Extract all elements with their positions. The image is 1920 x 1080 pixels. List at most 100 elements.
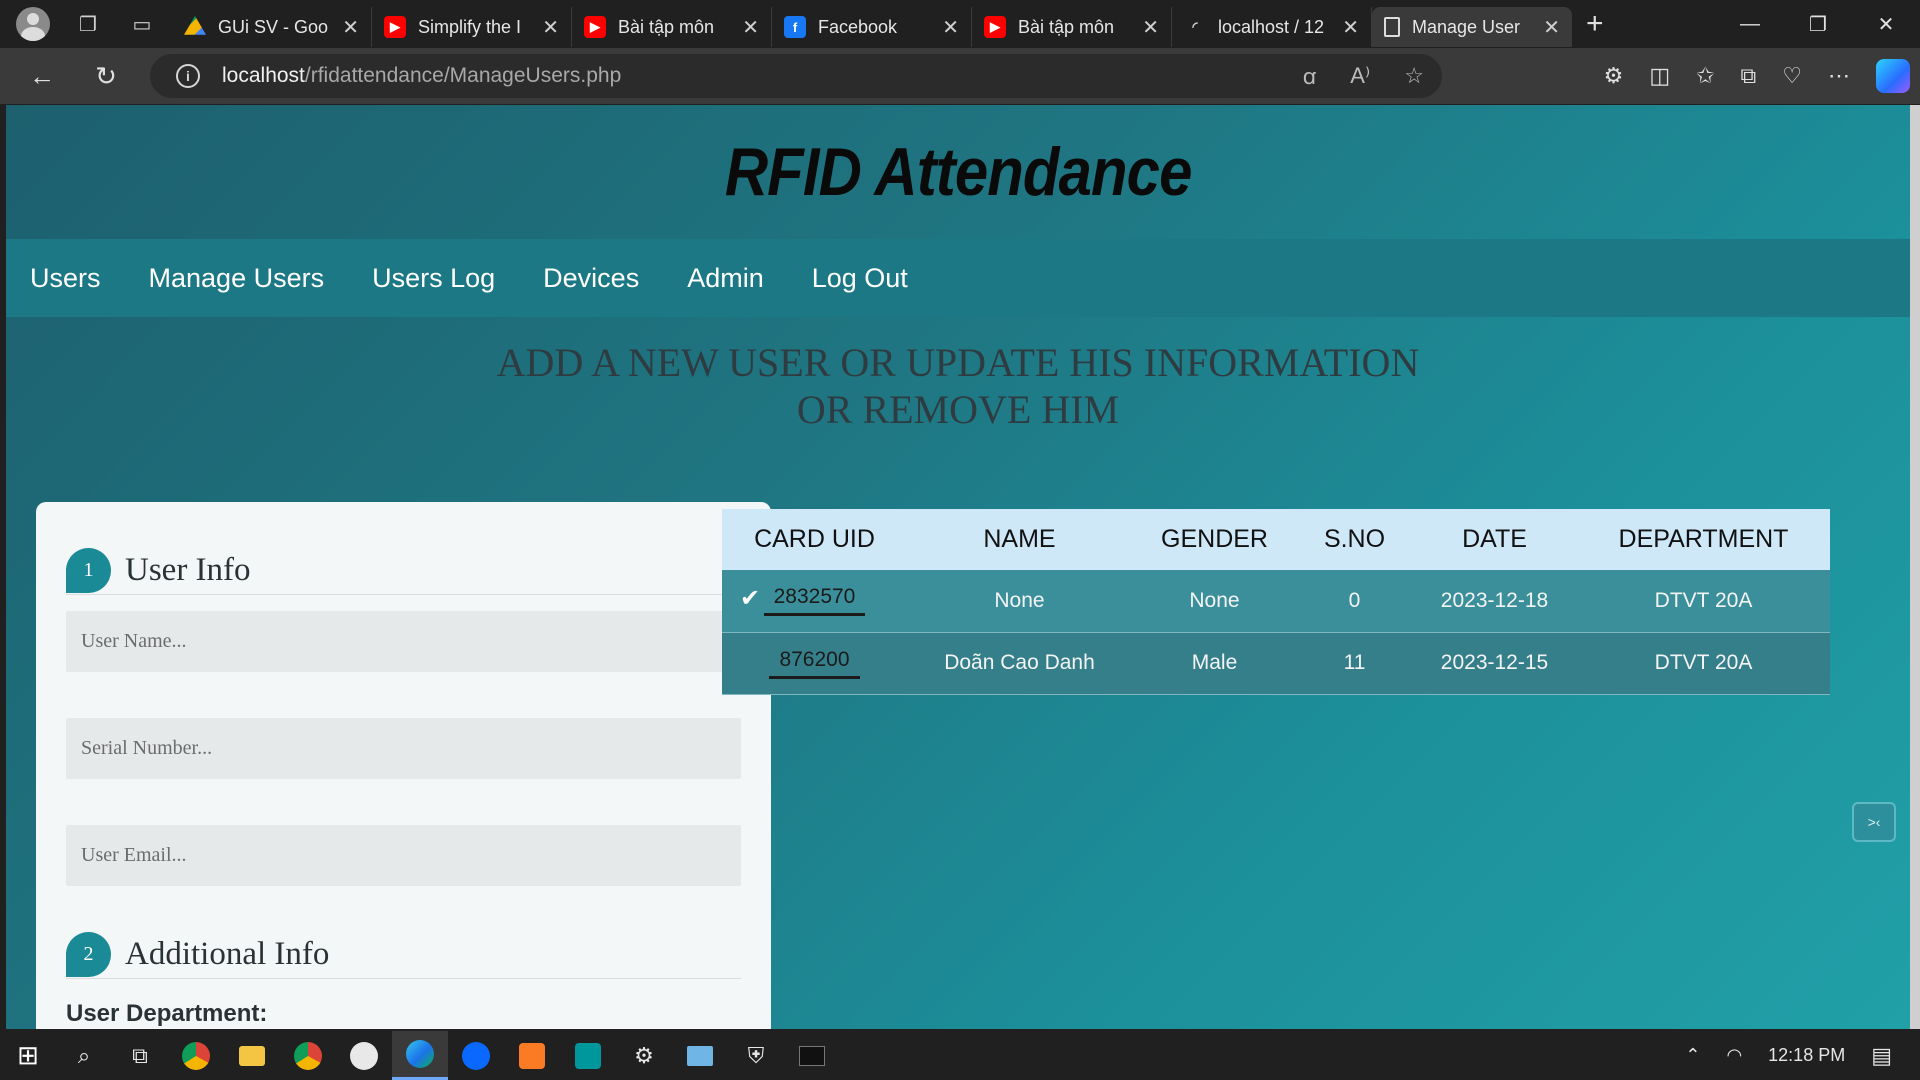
date-cell: 2023-12-15 <box>1412 632 1577 695</box>
tab-gui-sv[interactable]: GUi SV - Goo ✕ <box>172 7 372 47</box>
split-screen-icon[interactable]: ◫ <box>1649 63 1670 89</box>
read-aloud-icon[interactable]: A⁾ <box>1350 63 1370 89</box>
name-cell: Doãn Cao Danh <box>907 632 1132 695</box>
translate-icon[interactable]: ꭤ <box>1303 61 1317 91</box>
tab-bai-tap-1[interactable]: ▶ Bài tập môn ✕ <box>572 7 772 47</box>
sidebar-toggle-icon[interactable]: >‹ <box>1852 802 1896 842</box>
collections-icon[interactable]: ⧉ <box>1741 63 1757 89</box>
tab-manage-users[interactable]: Manage User ✕ <box>1372 7 1572 47</box>
workspaces-icon[interactable]: ❐ <box>72 8 104 40</box>
terminal-icon[interactable] <box>784 1031 840 1080</box>
chrome-profile-icon[interactable] <box>280 1031 336 1080</box>
card-uid-button[interactable]: 876200 <box>769 648 860 679</box>
nav-users-log[interactable]: Users Log <box>372 263 495 294</box>
gender-cell: Male <box>1132 632 1297 695</box>
tab-label: Simplify the I <box>418 16 522 37</box>
table-header-row: CARD UID NAME GENDER S.NO DATE DEPARTMEN… <box>722 509 1830 570</box>
tab-actions-icon[interactable]: ▭ <box>126 8 158 40</box>
close-icon[interactable]: ✕ <box>1142 15 1159 40</box>
favorite-star-icon[interactable]: ☆ <box>1404 63 1424 89</box>
close-icon[interactable]: ✕ <box>342 15 359 40</box>
chevron-up-icon[interactable]: ⌃ <box>1685 1045 1700 1066</box>
column-header-date: DATE <box>1412 509 1577 570</box>
clock[interactable]: 12:18 PM <box>1768 1045 1845 1066</box>
tab-bai-tap-2[interactable]: ▶ Bài tập môn ✕ <box>972 7 1172 47</box>
zalo-icon[interactable] <box>448 1031 504 1080</box>
serial-number-input[interactable] <box>66 718 741 779</box>
tab-label: Bài tập môn <box>1018 16 1115 37</box>
remote-desktop-icon[interactable] <box>672 1031 728 1080</box>
page-viewport: RFID Attendance Users Manage Users Users… <box>6 105 1910 1029</box>
card-uid-cell[interactable]: ✔ 2832570 <box>722 570 907 633</box>
column-header-sno: S.NO <box>1297 509 1412 570</box>
copilot-icon[interactable] <box>1876 59 1910 93</box>
tab-label: GUi SV - Goo <box>218 16 329 37</box>
column-header-department: DEPARTMENT <box>1577 509 1830 570</box>
column-header-card-uid: CARD UID <box>722 509 907 570</box>
address-bar-row: ← ↻ i localhost/rfidattendance/ManageUse… <box>0 48 1920 104</box>
section-title: Additional Info <box>125 936 330 972</box>
file-explorer-icon[interactable] <box>224 1031 280 1080</box>
name-cell: None <box>907 570 1132 633</box>
url-text[interactable]: localhost/rfidattendance/ManageUsers.php <box>222 64 621 88</box>
omnibox-actions: ꭤ A⁾ ☆ <box>1303 54 1424 98</box>
profile-avatar[interactable] <box>16 7 50 41</box>
close-icon[interactable]: ✕ <box>542 15 559 40</box>
settings-icon[interactable]: ⚙ <box>616 1031 672 1080</box>
table-row[interactable]: 876200 Doãn Cao Danh Male 11 2023-12-15 … <box>722 632 1830 695</box>
chrome-icon[interactable] <box>168 1031 224 1080</box>
youtube-icon: ▶ <box>584 16 606 38</box>
nav-devices[interactable]: Devices <box>543 263 639 294</box>
security-icon[interactable]: ⛨ <box>728 1031 784 1080</box>
close-icon[interactable]: ✕ <box>942 15 959 40</box>
email-input[interactable] <box>66 825 741 886</box>
xampp-icon[interactable] <box>504 1031 560 1080</box>
department-label: User Department: <box>66 1000 268 1027</box>
new-tab-button[interactable]: + <box>1586 7 1604 41</box>
close-icon[interactable]: ✕ <box>1342 15 1359 40</box>
app-icon[interactable] <box>336 1031 392 1080</box>
refresh-icon[interactable]: ↻ <box>84 54 128 98</box>
tab-simplify[interactable]: ▶ Simplify the I ✕ <box>372 7 572 47</box>
page-icon <box>1384 17 1400 37</box>
facebook-icon: f <box>784 16 806 38</box>
page-heading: ADD A NEW USER OR UPDATE HIS INFORMATION… <box>6 339 1910 433</box>
card-uid-button[interactable]: 2832570 <box>763 585 866 617</box>
nav-admin[interactable]: Admin <box>687 263 764 294</box>
close-icon[interactable]: ✕ <box>1543 15 1560 40</box>
more-icon[interactable]: ⋯ <box>1828 63 1850 89</box>
nav-manage-users[interactable]: Manage Users <box>149 263 325 294</box>
extensions-icon[interactable]: ⚙ <box>1604 63 1624 89</box>
search-icon[interactable]: ⌕ <box>56 1031 112 1080</box>
arduino-icon[interactable] <box>560 1031 616 1080</box>
tab-facebook[interactable]: f Facebook ✕ <box>772 7 972 47</box>
step-number-badge: 2 <box>66 932 111 977</box>
edge-icon[interactable] <box>392 1031 448 1080</box>
tab-label: localhost / 12 <box>1218 16 1325 37</box>
minimize-icon[interactable]: — <box>1716 0 1784 48</box>
favorites-icon[interactable]: ✩ <box>1696 63 1714 89</box>
start-button[interactable]: ⊞ <box>0 1031 56 1080</box>
back-icon[interactable]: ← <box>20 54 64 98</box>
gender-cell: None <box>1132 570 1297 633</box>
divider <box>66 594 741 595</box>
wifi-icon[interactable]: ◠ <box>1726 1045 1742 1066</box>
close-window-icon[interactable]: ✕ <box>1852 0 1920 48</box>
page-scrollbar[interactable] <box>1910 105 1920 1029</box>
username-input[interactable] <box>66 611 741 672</box>
table-row[interactable]: ✔ 2832570 None None 0 2023-12-18 DTVT 20… <box>722 570 1830 633</box>
info-icon[interactable]: i <box>176 64 200 88</box>
site-header: RFID Attendance <box>6 105 1910 239</box>
restore-icon[interactable]: ❐ <box>1784 0 1852 48</box>
nav-users[interactable]: Users <box>30 263 101 294</box>
tab-localhost[interactable]: ◜ localhost / 12 ✕ <box>1172 7 1372 47</box>
task-view-icon[interactable]: ⧉ <box>112 1031 168 1080</box>
browser-essentials-icon[interactable]: ♡ <box>1782 63 1802 89</box>
address-bar[interactable]: i localhost/rfidattendance/ManageUsers.p… <box>150 54 1442 98</box>
step-number-badge: 1 <box>66 548 111 593</box>
nav-log-out[interactable]: Log Out <box>812 263 908 294</box>
card-uid-cell[interactable]: 876200 <box>722 632 907 695</box>
close-icon[interactable]: ✕ <box>742 15 759 40</box>
notifications-icon[interactable]: ▤ <box>1871 1043 1892 1069</box>
tab-label: Manage User <box>1412 16 1521 37</box>
